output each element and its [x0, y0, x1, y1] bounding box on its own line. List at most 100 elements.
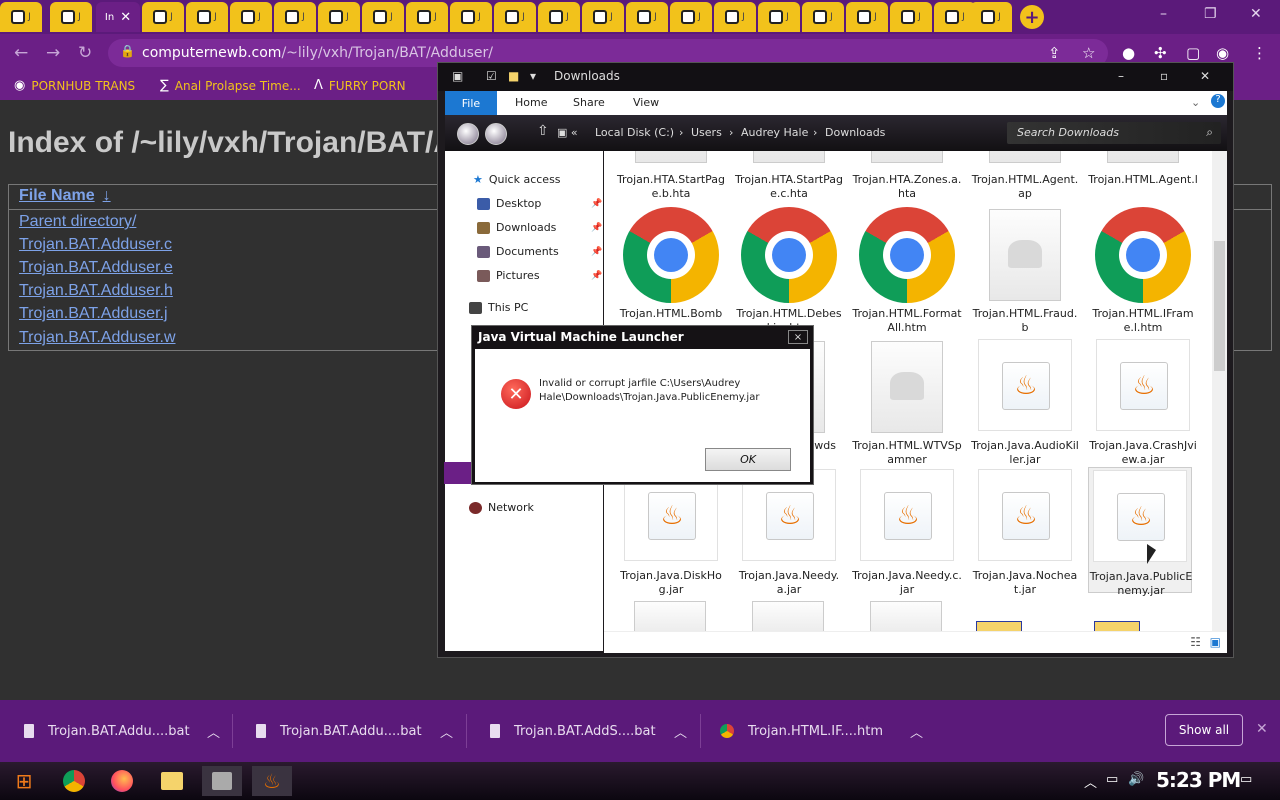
close-shelf-icon[interactable]: ✕ — [1256, 721, 1268, 737]
search-icon[interactable]: ⌕ — [1206, 125, 1213, 140]
extension-icon[interactable]: ● — [1122, 44, 1135, 62]
explorer-forward-icon[interactable] — [485, 123, 507, 145]
up-folder-icon[interactable]: ⇧ — [537, 123, 549, 139]
dialog-close-button[interactable]: × — [788, 330, 808, 344]
taskbar-firefox[interactable] — [102, 766, 142, 796]
file-item[interactable]: ♨ Trojan.Java.DiskHog.jar — [616, 469, 726, 596]
browser-tab[interactable]: J — [670, 2, 712, 32]
properties-icon[interactable]: ☑ — [486, 69, 497, 83]
profile-avatar-icon[interactable]: ◉ — [1216, 44, 1229, 62]
browser-tab[interactable]: J — [406, 2, 448, 32]
taskbar-explorer[interactable] — [152, 766, 192, 796]
browser-tab[interactable]: J — [494, 2, 536, 32]
new-folder-icon[interactable]: ■ — [508, 69, 519, 83]
tab-file[interactable]: File — [445, 91, 497, 115]
download-item[interactable]: Trojan.BAT.Addu....bat — [24, 720, 190, 742]
file-item[interactable]: ♨ Trojan.Java.AudioKiller.jar — [970, 339, 1080, 466]
parent-directory-link[interactable]: Parent directory/ — [19, 213, 136, 231]
tray-chevron-icon[interactable]: ︿ — [1084, 772, 1097, 791]
bookmark-star-icon[interactable]: ☆ — [1082, 44, 1095, 62]
file-item[interactable]: Trojan.HTML.IFrame.l.htm — [1088, 207, 1198, 334]
browser-tab[interactable]: J — [450, 2, 492, 32]
scrollbar-thumb[interactable] — [1214, 241, 1225, 371]
taskbar-chrome[interactable] — [54, 766, 94, 796]
explorer-close-icon[interactable]: ✕ — [1200, 69, 1210, 83]
browser-tab[interactable]: J — [362, 2, 404, 32]
file-item[interactable]: Trojan.HTML.Debeski.c.htm — [734, 207, 844, 334]
details-view-icon[interactable]: ☷ — [1190, 635, 1201, 649]
browser-tab[interactable]: J — [0, 2, 42, 32]
file-link[interactable]: Trojan.BAT.Adduser.e — [19, 259, 173, 277]
new-tab-button[interactable]: + — [1020, 5, 1044, 29]
back-icon[interactable]: ← — [14, 43, 28, 63]
reload-icon[interactable]: ↻ — [78, 43, 92, 63]
volume-icon[interactable]: 🔊 — [1128, 772, 1144, 787]
browser-tab[interactable]: J — [582, 2, 624, 32]
forward-icon[interactable]: → — [46, 43, 60, 63]
browser-tab[interactable]: J — [538, 2, 580, 32]
file-link[interactable]: Trojan.BAT.Adduser.j — [19, 305, 168, 323]
file-item[interactable]: Trojan.HTML.Agent.l — [1088, 151, 1198, 201]
search-downloads-input[interactable]: Search Downloads ⌕ — [1007, 122, 1221, 144]
file-item[interactable]: Trojan.HTML.Fraud.b — [970, 207, 1080, 334]
browser-tab[interactable]: J — [970, 2, 1012, 32]
column-header-file-name[interactable]: File Name ↓ — [19, 187, 111, 205]
ribbon-expand-icon[interactable]: ⌄ — [1191, 96, 1200, 109]
breadcrumb-item[interactable]: Audrey Hale — [741, 126, 808, 139]
chevron-up-icon[interactable]: ︿ — [207, 720, 220, 742]
network-tray-icon[interactable]: ▭ — [1106, 772, 1118, 787]
tab-view[interactable]: View — [633, 96, 659, 109]
breadcrumb-item[interactable]: Local Disk (C:) — [595, 126, 674, 139]
file-item[interactable]: ♨ Trojan.Java.Nocheat.jar — [970, 469, 1080, 596]
bookmark-item[interactable]: ∑ Anal Prolapse Time... — [160, 78, 301, 93]
close-tab-icon[interactable]: ✕ — [120, 10, 131, 25]
active-browser-tab[interactable]: In ✕ — [96, 2, 140, 32]
file-item[interactable]: ♨ Trojan.Java.Needy.a.jar — [734, 469, 844, 596]
share-icon[interactable]: ⇪ — [1048, 44, 1061, 62]
browser-tab[interactable]: J — [846, 2, 888, 32]
browser-tab[interactable]: J — [186, 2, 228, 32]
vertical-scrollbar[interactable] — [1212, 151, 1227, 631]
browser-tab[interactable]: J — [274, 2, 316, 32]
file-item[interactable]: Trojan.HTML.FormatAll.htm — [852, 207, 962, 334]
browser-tab[interactable]: J — [714, 2, 756, 32]
side-panel-icon[interactable]: ▢ — [1186, 44, 1200, 62]
file-link[interactable]: Trojan.BAT.Adduser.w — [19, 329, 176, 347]
taskbar-app[interactable] — [202, 766, 242, 796]
tab-home[interactable]: Home — [515, 96, 547, 109]
nav-this-pc[interactable]: This PC — [469, 301, 528, 314]
browser-tab[interactable]: J — [626, 2, 668, 32]
start-button[interactable]: ⊞ — [4, 766, 44, 796]
file-item[interactable]: Trojan.HTML.Agent.ap — [970, 151, 1080, 201]
puzzle-icon[interactable]: ✣ — [1154, 44, 1167, 62]
browser-tab[interactable]: J — [142, 2, 184, 32]
explorer-maximize-icon[interactable]: ▫ — [1160, 69, 1168, 83]
chevron-up-icon[interactable]: ︿ — [674, 720, 687, 742]
file-item[interactable]: ♨ Trojan.Java.CrashJview.a.jar — [1088, 339, 1198, 466]
file-item-selected[interactable]: ♨ Trojan.Java.PublicEnemy.jar — [1088, 467, 1192, 597]
ok-button[interactable]: OK — [705, 448, 791, 471]
chevron-up-icon[interactable]: ︿ — [910, 720, 923, 742]
browser-tab[interactable]: J — [802, 2, 844, 32]
close-window-icon[interactable]: ✕ — [1250, 6, 1262, 22]
download-item[interactable]: Trojan.HTML.IF....htm — [720, 720, 883, 742]
browser-tab[interactable]: J — [758, 2, 800, 32]
nav-quick-access[interactable]: ★ Quick access — [473, 173, 561, 186]
explorer-minimize-icon[interactable]: – — [1118, 69, 1124, 83]
show-all-button[interactable]: Show all — [1165, 714, 1243, 746]
file-item[interactable]: Trojan.HTA.StartPage.b.hta — [616, 151, 726, 201]
file-item[interactable]: ♨ Trojan.Java.Needy.c.jar — [852, 469, 962, 596]
menu-icon[interactable]: ⋮ — [1252, 44, 1267, 62]
file-item[interactable]: Trojan.HTML.WTVSpammer — [852, 339, 962, 466]
file-link[interactable]: Trojan.BAT.Adduser.c — [19, 236, 172, 254]
browser-tab[interactable]: J — [890, 2, 932, 32]
tab-share[interactable]: Share — [573, 96, 605, 109]
browser-tab[interactable]: J — [318, 2, 360, 32]
nav-pictures[interactable]: Pictures — [477, 269, 540, 282]
file-item[interactable]: Trojan.HTA.StartPage.c.hta — [734, 151, 844, 201]
explorer-back-icon[interactable] — [457, 123, 479, 145]
file-item[interactable]: Trojan.HTML.Bomb — [616, 207, 726, 327]
help-icon[interactable]: ? — [1211, 94, 1225, 108]
nav-desktop[interactable]: Desktop — [477, 197, 541, 210]
breadcrumb-item[interactable]: Users — [691, 126, 722, 139]
